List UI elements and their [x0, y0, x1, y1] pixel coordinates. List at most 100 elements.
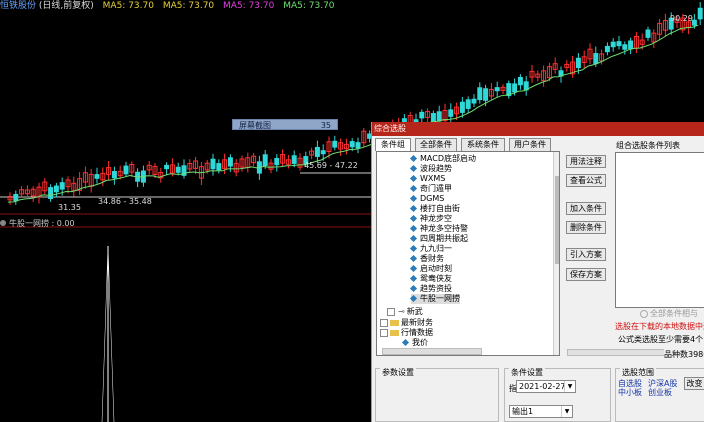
tree-item[interactable]: 波段趋势 [409, 164, 452, 174]
key-icon: ⊸ [398, 307, 405, 316]
chart-header: 恒铁股份 (日线,前复权) MA5: 73.70 MA5: 73.70 MA5:… [0, 0, 341, 13]
params-title: 参数设置 [380, 367, 416, 378]
tree-item[interactable]: WXMS [409, 174, 445, 184]
tree-item[interactable]: 四周期共振起 [409, 234, 468, 244]
tooltip-label: 屏幕截图 [239, 121, 271, 130]
candle-body [227, 157, 233, 167]
import-plan-button[interactable]: 引入方案 [566, 248, 606, 261]
tab-condition-group[interactable]: 条件组 [375, 138, 411, 151]
formula-icon [409, 174, 418, 183]
tab-system-conditions[interactable]: 系统条件 [461, 138, 505, 151]
folder-icon [390, 329, 399, 336]
formula-icon [409, 294, 418, 303]
local-data-warning: 选股在下载的本地数据中进 [615, 322, 704, 331]
ma-entry-4: MA5: 73.70 [283, 1, 335, 11]
formula-icon [409, 164, 418, 173]
formula-icon [409, 274, 418, 283]
expand-icon[interactable] [380, 318, 388, 327]
tab-all-conditions[interactable]: 全部条件 [415, 138, 457, 151]
tree-item[interactable]: 奇门遁甲 [409, 184, 452, 194]
gear-icon[interactable] [0, 220, 6, 226]
collapse-icon[interactable] [380, 328, 388, 337]
indicator-spike [101, 245, 109, 422]
stock-screener-dialog: 综合选股 条件组 全部条件 系统条件 用户条件 MACD底部启动 波段趋势 WX… [371, 122, 704, 422]
tree-horizontal-scrollbar[interactable] [382, 348, 482, 355]
chevron-down-icon[interactable]: ▼ [561, 406, 572, 417]
tab-user-conditions[interactable]: 用户条件 [509, 138, 551, 151]
symbol-count: 品种数3986 [664, 349, 704, 360]
chevron-down-icon[interactable]: ▼ [564, 381, 575, 392]
scope-item-gem: 创业板 [648, 388, 672, 397]
candle-body [320, 150, 326, 155]
formula-icon [409, 264, 418, 273]
candle-body [111, 171, 117, 179]
formula-icon [409, 214, 418, 223]
tree-item[interactable]: MACD底部启动 [409, 154, 476, 164]
formula-icon [409, 194, 418, 203]
candle-body [332, 140, 338, 148]
formula-note: 公式类选股至少需要4个以 [618, 335, 704, 344]
candle-body [59, 182, 65, 190]
delete-condition-button[interactable]: 删除条件 [566, 221, 606, 234]
condition-list[interactable] [615, 152, 704, 308]
condset-title: 条件设置 [509, 367, 545, 378]
add-condition-button[interactable]: 加入条件 [566, 202, 606, 215]
candle-body [512, 83, 518, 93]
candle-body [477, 87, 483, 101]
tree-item[interactable]: DGMS [409, 194, 444, 204]
tree-item[interactable]: 神龙步空 [409, 214, 452, 224]
tree-folder[interactable]: ⊸ 新武 [387, 307, 423, 317]
candle-body [210, 158, 216, 170]
tree-item[interactable]: 神龙多空持警 [409, 224, 468, 234]
candle-body [575, 57, 581, 69]
change-scope-button[interactable]: 改变 [684, 377, 704, 390]
price-high-label: 90.29 [670, 14, 693, 23]
candle-body [164, 164, 170, 170]
formula-icon [409, 184, 418, 193]
save-plan-button[interactable]: 保存方案 [566, 268, 606, 281]
usage-notes-button[interactable]: 用法注释 [566, 155, 606, 168]
candle-body [622, 44, 628, 50]
price-range-label-2: 45.69 - 47.22 [304, 161, 358, 170]
tree-item[interactable]: 九九归一 [409, 244, 452, 254]
tree-folder[interactable]: 最新财务 [380, 318, 433, 328]
tree-item[interactable]: 楼打自由街 [409, 204, 460, 214]
tree-item[interactable]: 趋势资投 [409, 284, 452, 294]
expand-icon[interactable] [387, 307, 395, 316]
candle-body [349, 141, 355, 148]
formula-icon [401, 338, 410, 347]
tree-item[interactable]: 香财务 [409, 254, 444, 264]
tree-item-selected[interactable]: 牛股一网捞 [409, 294, 460, 304]
scope-title: 选股范围 [620, 367, 656, 378]
and-all-radio[interactable]: 全部条件相与 [640, 308, 698, 319]
tree-folder[interactable]: 行情数据 [380, 328, 433, 338]
candle-body [355, 142, 361, 149]
dialog-title[interactable]: 综合选股 [372, 122, 704, 136]
candle-body [48, 187, 54, 200]
view-formula-button[interactable]: 查看公式 [566, 174, 606, 187]
candle-body [430, 113, 436, 122]
tree-item[interactable]: 我价 [401, 338, 428, 348]
scope-item-watchlist: 自选股 [618, 379, 642, 388]
candle-body [123, 165, 129, 175]
candle-body [216, 163, 222, 171]
date-picker[interactable]: 2021-02-27 ▼ [516, 380, 576, 393]
candle-body [175, 166, 181, 173]
candle-body [436, 111, 442, 122]
candle-body [483, 88, 489, 101]
candle-body [291, 155, 297, 164]
params-group: 参数设置 [375, 367, 499, 422]
scrollbar-thumb[interactable] [555, 176, 559, 264]
price-range-label-1: 34.86 - 35.48 [98, 197, 152, 206]
candle-body [471, 98, 477, 104]
tree-vertical-scrollbar[interactable] [553, 152, 559, 355]
candle-body [616, 41, 622, 47]
candle-body [610, 41, 616, 48]
tree-item[interactable]: 启动时刻 [409, 264, 452, 274]
stock-name[interactable]: 恒铁股份 [0, 1, 36, 11]
candle-body [604, 45, 610, 53]
ma-entry-3: MA5: 73.70 [223, 1, 275, 11]
formula-icon [409, 254, 418, 263]
output-select[interactable]: 输出1 ▼ [509, 405, 573, 418]
tree-item[interactable]: 鸳鸯侠友 [409, 274, 452, 284]
